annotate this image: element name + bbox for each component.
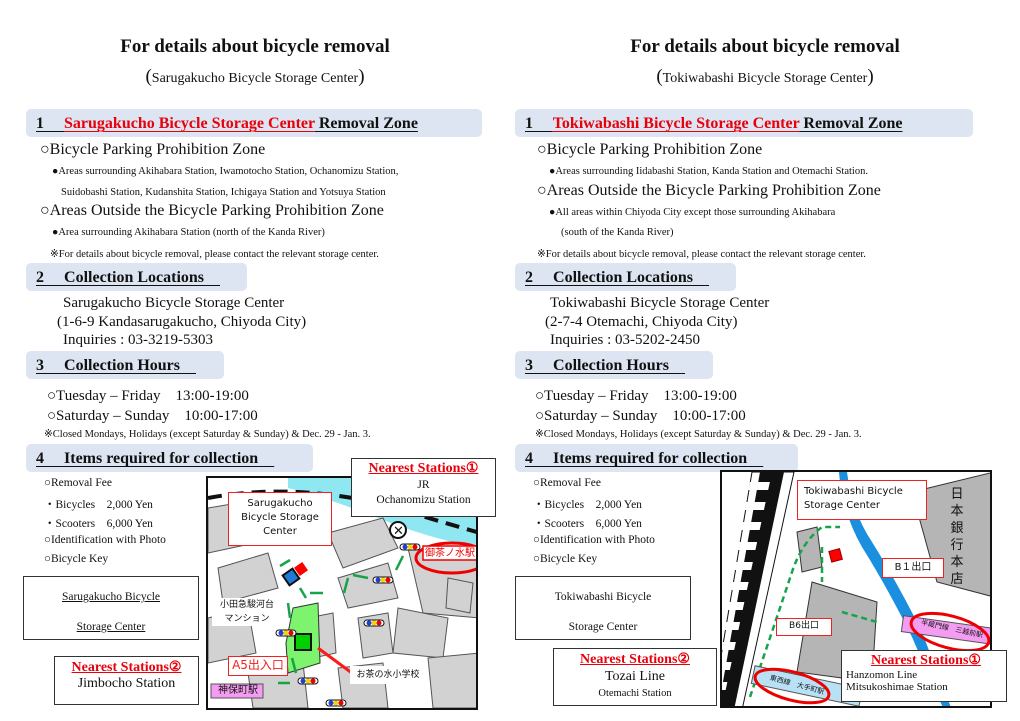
map-center-callout: Tokiwabashi Bicycle Storage Center bbox=[797, 480, 927, 520]
section-1-note: ※For details about bicycle removal, plea… bbox=[50, 249, 379, 260]
location-name: Sarugakucho Bicycle Storage Center bbox=[63, 295, 285, 311]
map-boj-label: 日 本 銀 行 本 店 bbox=[950, 487, 964, 587]
required-item: ○Identification with Photo bbox=[44, 534, 166, 546]
section-3-title: Collection Hours bbox=[553, 357, 670, 374]
map-center-callout: Sarugakucho Bicycle Storage Center bbox=[228, 492, 332, 546]
required-item: ・Scooters 6,000 Yen bbox=[533, 518, 642, 530]
section-3-title: Collection Hours bbox=[64, 357, 181, 374]
subtitle-text: Tokiwabashi Bicycle Storage Center bbox=[662, 71, 868, 86]
section-3-header: 3 Collection Hours bbox=[515, 351, 713, 379]
nearest-station-2-callout: Nearest Stations② Tozai Line Otemachi St… bbox=[553, 648, 717, 706]
map-school-label: お茶の水小学校 bbox=[350, 666, 426, 684]
zone1-item: ●Areas surrounding Akihabara Station, Iw… bbox=[52, 166, 399, 177]
map-exit-b6-label: B6出口 bbox=[776, 618, 832, 636]
section-2-header: 2 Collection Locations bbox=[515, 263, 736, 291]
hours-item: ○Tuesday – Friday 13:00-19:00 bbox=[535, 388, 737, 404]
required-item: ○Bicycle Key bbox=[533, 553, 598, 565]
section-1-suffix: Removal Zone bbox=[799, 115, 903, 132]
required-item: ○Bicycle Key bbox=[44, 553, 109, 565]
section-1-suffix: Removal Zone bbox=[314, 115, 418, 132]
center-label-box: Sarugakucho Bicycle Storage Center bbox=[23, 576, 199, 640]
section-2-title: Collection Locations bbox=[64, 269, 205, 286]
section-2-title: Collection Locations bbox=[553, 269, 694, 286]
required-item: ・Bicycles 2,000 Yen bbox=[533, 499, 642, 511]
required-item: ・Bicycles 2,000 Yen bbox=[44, 499, 153, 511]
map-exit-a5-label: A5出入口 bbox=[228, 656, 288, 676]
hours-item: ○Saturday – Sunday 10:00-17:00 bbox=[535, 408, 746, 424]
zone2-item: ●All areas within Chiyoda City except th… bbox=[549, 207, 836, 218]
right-panel-tokiwabashi: For details about bicycle removal (Tokiw… bbox=[510, 0, 1020, 721]
page-subtitle: (Tokiwabashi Bicycle Storage Center) bbox=[656, 66, 874, 87]
section-number: 1 bbox=[36, 115, 44, 132]
section-4-header: 4 Items required for collection bbox=[515, 444, 798, 472]
section-4-title: Items required for collection bbox=[64, 450, 259, 467]
required-item: ○Identification with Photo bbox=[533, 534, 655, 546]
center-name: Sarugakucho Bicycle Storage Center bbox=[64, 115, 315, 132]
required-item: ○Removal Fee bbox=[44, 477, 112, 489]
section-4-title: Items required for collection bbox=[553, 450, 748, 467]
required-item: ・Scooters 6,000 Yen bbox=[44, 518, 153, 530]
location-address: (1-6-9 Kandasarugakucho, Chiyoda City) bbox=[57, 314, 307, 330]
location-name: Tokiwabashi Bicycle Storage Center bbox=[550, 295, 770, 311]
section-4-header: 4 Items required for collection bbox=[26, 444, 313, 472]
center-name: Tokiwabashi Bicycle Storage Center bbox=[552, 115, 800, 132]
hours-note: ※Closed Mondays, Holidays (except Saturd… bbox=[535, 429, 862, 440]
section-1-note: ※For details about bicycle removal, plea… bbox=[537, 249, 866, 260]
svg-text:✕: ✕ bbox=[393, 524, 404, 539]
nearest-station-2-callout: Nearest Stations② Jimbocho Station bbox=[54, 656, 199, 705]
section-2-header: 2 Collection Locations bbox=[26, 263, 247, 291]
page-title: For details about bicycle removal bbox=[120, 36, 390, 57]
section-1-header: 1 Sarugakucho Bicycle Storage Center Rem… bbox=[26, 109, 482, 137]
page-subtitle: (Sarugakucho Bicycle Storage Center) bbox=[145, 66, 365, 87]
location-inquiries: Inquiries : 03-5202-2450 bbox=[550, 332, 700, 348]
section-1-header: 1 Tokiwabashi Bicycle Storage Center Rem… bbox=[515, 109, 973, 137]
nearest-station-1-callout: Nearest Stations① Hanzomon Line Mitsukos… bbox=[841, 650, 1007, 702]
zone2-heading: ○Areas Outside the Bicycle Parking Prohi… bbox=[537, 182, 881, 199]
zone2-heading: ○Areas Outside the Bicycle Parking Prohi… bbox=[40, 202, 384, 219]
subtitle-text: Sarugakucho Bicycle Storage Center bbox=[151, 71, 359, 86]
page-title: For details about bicycle removal bbox=[630, 36, 900, 57]
required-item: ○Removal Fee bbox=[533, 477, 601, 489]
zone1-item: ●Areas surrounding Iidabashi Station, Ka… bbox=[549, 166, 868, 177]
section-3-header: 3 Collection Hours bbox=[26, 351, 224, 379]
zone1-heading: ○Bicycle Parking Prohibition Zone bbox=[537, 141, 763, 158]
map-exit-b1-label: B１出口 bbox=[882, 558, 944, 578]
nearest-station-1-callout: Nearest Stations① JR Ochanomizu Station bbox=[351, 458, 496, 517]
hours-item: ○Saturday – Sunday 10:00-17:00 bbox=[47, 408, 258, 424]
zone1-item: Suidobashi Station, Kudanshita Station, … bbox=[61, 187, 386, 198]
zone2-item: ●Area surrounding Akihabara Station (nor… bbox=[52, 227, 325, 238]
center-label-box: Tokiwabashi Bicycle Storage Center bbox=[515, 576, 691, 640]
left-panel-sarugakucho: For details about bicycle removal (Sarug… bbox=[0, 0, 510, 721]
map-mansion-label: 小田急駿河台 マンション bbox=[212, 598, 282, 626]
map-jimbocho-label: 神保町駅 bbox=[218, 685, 258, 696]
zone2-item: (south of the Kanda River) bbox=[561, 227, 674, 238]
hours-note: ※Closed Mondays, Holidays (except Saturd… bbox=[44, 429, 371, 440]
hours-item: ○Tuesday – Friday 13:00-19:00 bbox=[47, 388, 249, 404]
location-address: (2-7-4 Otemachi, Chiyoda City) bbox=[545, 314, 738, 330]
zone1-heading: ○Bicycle Parking Prohibition Zone bbox=[40, 141, 266, 158]
location-inquiries: Inquiries : 03-3219-5303 bbox=[63, 332, 213, 348]
map-ochanomizu-label: 御茶ノ水駅 bbox=[425, 548, 475, 559]
